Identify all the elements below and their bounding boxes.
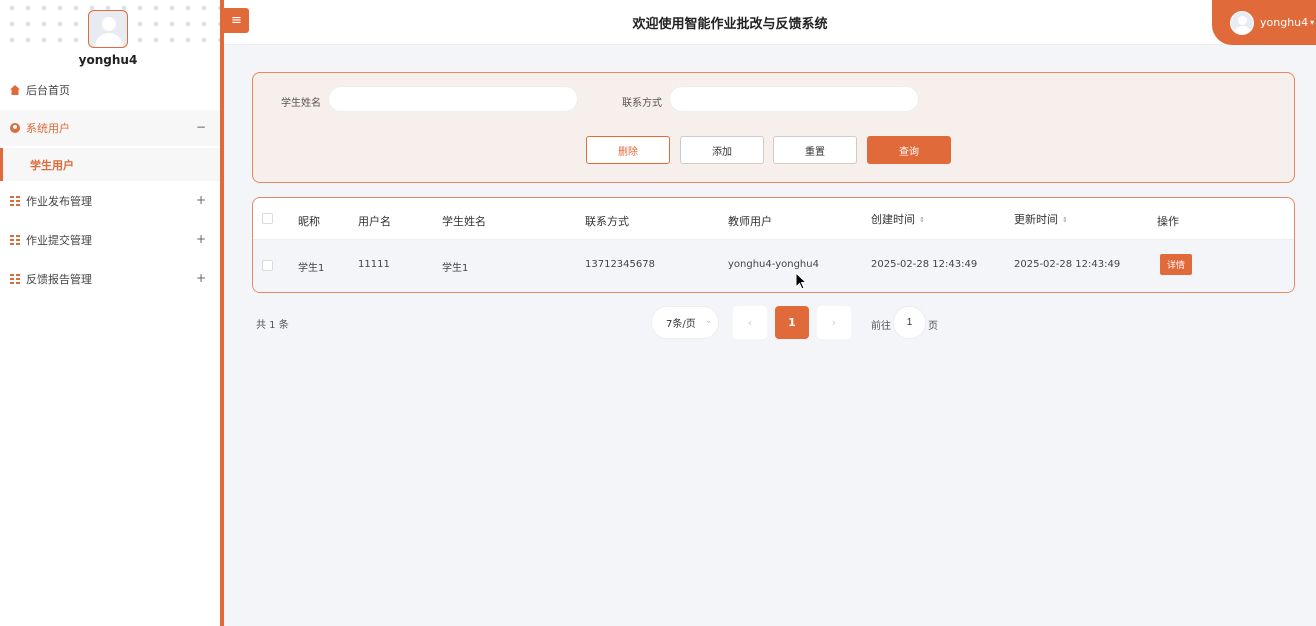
page-number-current[interactable]: 1 xyxy=(775,306,809,339)
user-menu-name: yonghu4 xyxy=(1260,16,1309,29)
page-title: 欢迎使用智能作业批改与反馈系统 xyxy=(632,17,828,32)
total-count: 共 1 条 xyxy=(256,320,289,331)
prev-page-button[interactable]: ‹ xyxy=(733,306,767,339)
cell-nickname: 学生1 xyxy=(298,263,325,274)
cell-created: 2025-02-28 12:43:49 xyxy=(871,259,978,270)
contact-label: 联系方式 xyxy=(622,98,662,109)
column-header-actions: 操作 xyxy=(1157,215,1179,228)
chevron-down-icon: ▾ xyxy=(1310,18,1315,27)
expand-icon[interactable]: + xyxy=(196,193,206,207)
cell-contact: 13712345678 xyxy=(585,259,655,270)
sidebar-item-label: 反馈报告管理 xyxy=(26,273,92,286)
user-avatar[interactable] xyxy=(88,10,128,48)
sidebar-item-feedback-report[interactable]: 反馈报告管理 + xyxy=(0,261,220,297)
home-icon xyxy=(10,85,20,95)
grid-icon xyxy=(10,274,20,284)
column-header-username: 用户名 xyxy=(358,215,391,228)
detail-button[interactable]: 详情 xyxy=(1160,254,1192,275)
column-header-contact: 联系方式 xyxy=(585,215,629,228)
mouse-cursor-icon xyxy=(795,272,807,290)
table-header: 昵称 用户名 学生姓名 联系方式 教师用户 创建时间 ⇕ 更新时间 ⇕ 操作 xyxy=(253,198,1294,240)
contact-input[interactable] xyxy=(669,86,919,112)
sidebar-item-label: 作业发布管理 xyxy=(26,195,92,208)
chevron-down-icon: ⌄ xyxy=(705,316,712,325)
sidebar-subitem-student-users[interactable]: 学生用户 xyxy=(0,148,220,181)
column-header-updated[interactable]: 更新时间 ⇕ xyxy=(1014,211,1068,227)
expand-icon[interactable]: + xyxy=(196,271,206,285)
sidebar-item-label: 后台首页 xyxy=(26,84,70,97)
data-table: 昵称 用户名 学生姓名 联系方式 教师用户 创建时间 ⇕ 更新时间 ⇕ 操作 学生1… xyxy=(252,197,1295,293)
grid-icon xyxy=(10,235,20,245)
grid-icon xyxy=(10,196,20,206)
search-panel: 学生姓名 联系方式 删除 添加 重置 查询 xyxy=(252,72,1295,183)
user-menu[interactable]: yonghu4 ▾ xyxy=(1212,0,1316,45)
select-all-checkbox[interactable] xyxy=(262,213,273,224)
cell-updated: 2025-02-28 12:43:49 xyxy=(1014,259,1121,270)
column-header-student-name: 学生姓名 xyxy=(442,215,486,228)
sidebar-divider xyxy=(220,0,224,626)
avatar-shoulders xyxy=(95,33,123,47)
add-button[interactable]: 添加 xyxy=(680,136,764,164)
sidebar-item-label: 作业提交管理 xyxy=(26,234,92,247)
query-button[interactable]: 查询 xyxy=(867,136,951,164)
collapse-icon[interactable]: − xyxy=(196,120,206,134)
goto-page-input[interactable] xyxy=(893,306,926,339)
next-page-button[interactable]: › xyxy=(817,306,851,339)
goto-suffix: 页 xyxy=(928,321,938,332)
cell-username: 11111 xyxy=(358,259,390,270)
sidebar-item-home[interactable]: 后台首页 xyxy=(0,72,220,108)
expand-icon[interactable]: + xyxy=(196,232,206,246)
column-header-nickname: 昵称 xyxy=(298,215,320,228)
sort-icon[interactable]: ⇕ xyxy=(1062,216,1068,223)
sidebar-item-system-users[interactable]: 系统用户 − xyxy=(0,110,220,146)
row-checkbox[interactable] xyxy=(262,260,273,271)
user-circle-icon xyxy=(10,123,20,133)
column-header-updated-label: 更新时间 xyxy=(1014,213,1058,226)
page-size-value: 7条/页 xyxy=(666,319,696,330)
delete-button[interactable]: 删除 xyxy=(586,136,670,164)
column-header-created-label: 创建时间 xyxy=(871,213,915,226)
sidebar-item-label: 系统用户 xyxy=(26,122,70,135)
student-name-label: 学生姓名 xyxy=(281,98,321,109)
goto-prefix: 前往 xyxy=(871,321,891,332)
table-row[interactable]: 学生1 11111 学生1 13712345678 yonghu4-yonghu… xyxy=(253,240,1294,292)
cell-teacher: yonghu4-yonghu4 xyxy=(728,259,819,270)
sidebar-username: yonghu4 xyxy=(78,53,138,67)
sidebar-item-homework-publish[interactable]: 作业发布管理 + xyxy=(0,183,220,219)
avatar-head xyxy=(102,17,116,31)
student-name-input[interactable] xyxy=(328,86,578,112)
reset-button[interactable]: 重置 xyxy=(773,136,857,164)
sidebar: yonghu4 后台首页 系统用户 − 学生用户 作业发布管理 + 作业提交管理… xyxy=(0,0,220,626)
sidebar-item-homework-submit[interactable]: 作业提交管理 + xyxy=(0,222,220,258)
page-size-select[interactable]: 7条/页 ⌄ xyxy=(651,306,719,339)
sort-icon[interactable]: ⇕ xyxy=(919,216,925,223)
top-header: ≡ 欢迎使用智能作业批改与反馈系统 yonghu4 ▾ xyxy=(224,0,1316,45)
cell-student-name: 学生1 xyxy=(442,263,469,274)
column-header-created[interactable]: 创建时间 ⇕ xyxy=(871,211,925,227)
avatar-icon xyxy=(1230,10,1254,35)
column-header-teacher: 教师用户 xyxy=(728,215,772,228)
